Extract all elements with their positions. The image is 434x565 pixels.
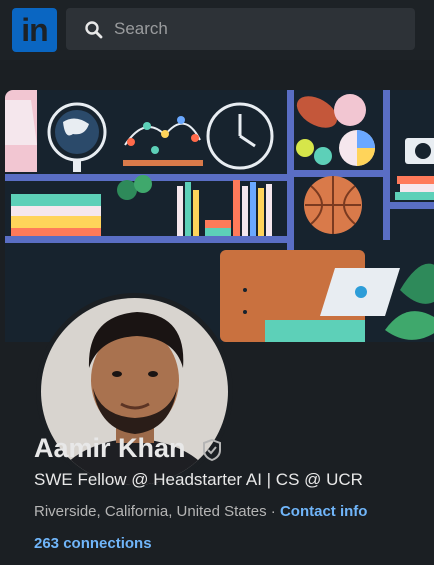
search-icon — [85, 21, 103, 39]
profile-name: Aamir Khan — [34, 433, 186, 463]
search-input[interactable] — [114, 8, 404, 50]
separator-dot: · — [270, 503, 276, 520]
profile-headline: SWE Fellow @ Headstarter AI | CS @ UCR — [34, 470, 363, 489]
profile-location: Riverside, California, United States — [34, 503, 267, 520]
top-nav: in — [0, 0, 434, 60]
shield-check-icon[interactable] — [201, 438, 223, 462]
profile-card: Aamir Khan SWE Fellow @ Headstarter AI |… — [5, 90, 434, 565]
location-row: Riverside, California, United States · C… — [34, 503, 367, 520]
name-row: Aamir Khan — [34, 433, 221, 467]
profile-banner — [5, 90, 434, 342]
connections-link[interactable]: 263 connections — [34, 535, 152, 552]
search-bar[interactable] — [66, 8, 415, 50]
linkedin-logo[interactable]: in — [12, 8, 57, 52]
contact-info-link[interactable]: Contact info — [280, 503, 368, 520]
logo-text: in — [21, 12, 48, 48]
